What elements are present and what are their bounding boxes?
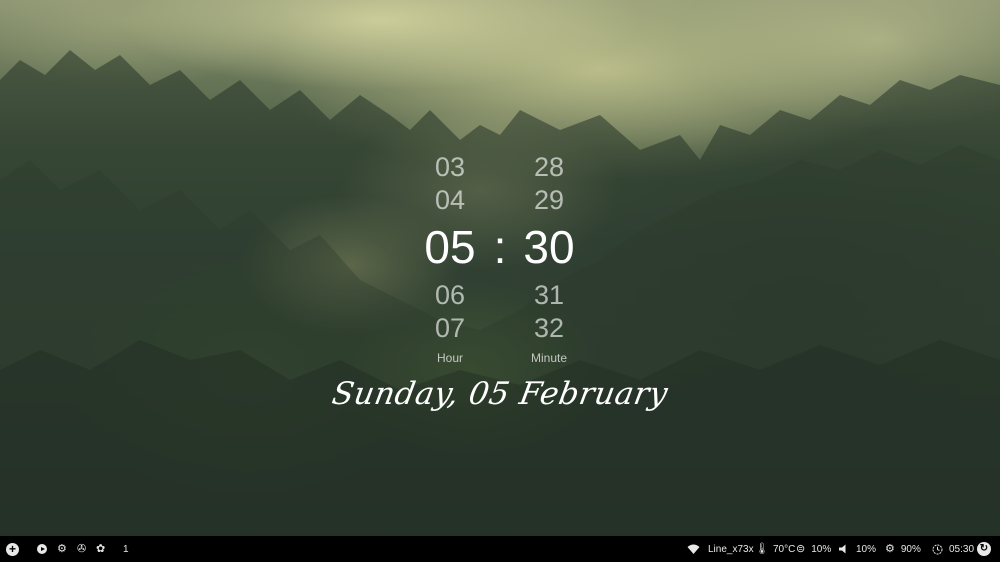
wifi-label: Line_x73x [708, 543, 754, 555]
volume-label: 10% [856, 543, 877, 555]
minute-next-1: 31 [533, 280, 565, 310]
minute-prev-2: 28 [533, 152, 565, 182]
taskbar: + ⚙ ✇ ✿ 1 Line_x73x 🌡︎ 70°C ⊜ 10% 10% ⚙ … [0, 536, 1000, 562]
minute-next-2: 32 [533, 313, 565, 343]
cpu-status[interactable]: ⊜ 10% [796, 536, 831, 562]
palette-icon: ✿ [96, 542, 106, 555]
launcher-button[interactable]: + [6, 536, 19, 562]
hour-label: Hour [436, 351, 463, 365]
power-icon: ↻ [977, 542, 991, 556]
brightness-label: 90% [900, 543, 921, 555]
cpu-label: 10% [811, 543, 832, 555]
minute-current: 30 [523, 221, 575, 273]
temperature-status[interactable]: 🌡︎ 70°C [755, 536, 795, 562]
hour-current: 05 [424, 221, 476, 273]
clock-widget: 03 04 05 06 07 Hour : 28 29 30 31 32 Min… [0, 0, 1000, 536]
brightness-icon: ⚙ [885, 542, 895, 555]
clock-label: 05:30 [949, 543, 975, 555]
minute-prev-1: 29 [533, 185, 565, 215]
workspace-number: 1 [123, 543, 129, 555]
temperature-label: 70°C [772, 543, 796, 555]
hour-next-2: 07 [434, 313, 466, 343]
aperture-button[interactable]: ✇ [77, 536, 86, 562]
thermometer-icon: 🌡︎ [755, 542, 769, 555]
hour-prev-2: 03 [434, 152, 466, 182]
palette-button[interactable]: ✿ [96, 536, 105, 562]
date-display: Sunday, 05 February [329, 376, 671, 412]
settings-button[interactable]: ⚙ [57, 536, 67, 562]
brightness-status[interactable]: ⚙ 90% [885, 536, 921, 562]
volume-status[interactable]: 10% [839, 536, 876, 562]
wifi-icon [687, 544, 700, 554]
volume-icon [839, 544, 846, 554]
clock-status[interactable]: 05:30 [932, 536, 974, 562]
media-play-button[interactable] [37, 536, 47, 562]
workspace-indicator[interactable]: 1 [123, 536, 129, 562]
minute-label: Minute [530, 351, 568, 365]
aperture-icon: ✇ [77, 542, 87, 555]
hour-prev-1: 04 [434, 185, 466, 215]
wifi-status[interactable]: Line_x73x [687, 536, 754, 562]
play-circle-icon [37, 544, 47, 554]
gear-icon: ⚙ [57, 542, 67, 555]
hour-next-1: 06 [434, 280, 466, 310]
power-button[interactable]: ↻ [977, 536, 991, 562]
plus-circle-icon: + [6, 542, 19, 556]
clock-icon [932, 544, 943, 554]
cpu-icon: ⊜ [796, 542, 806, 555]
